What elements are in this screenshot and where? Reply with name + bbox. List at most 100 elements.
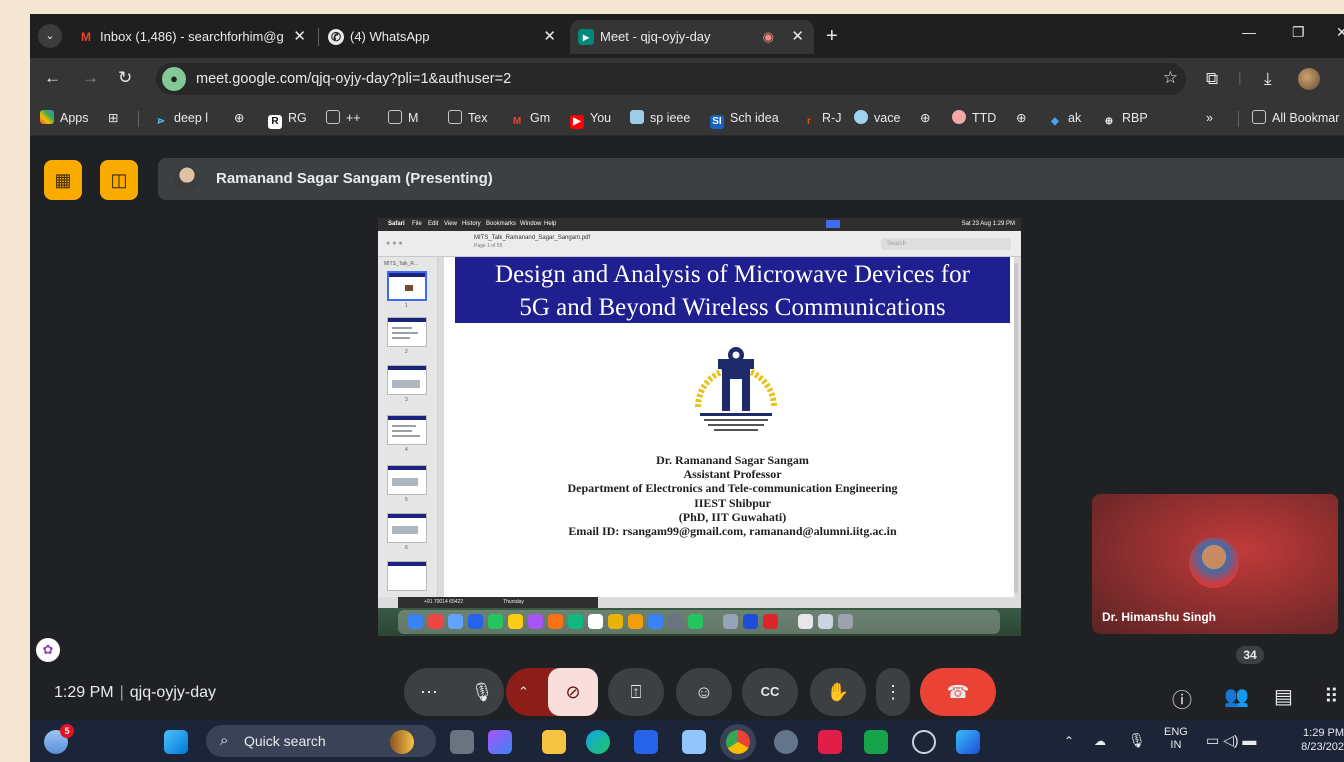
extensions-icon[interactable]: ⧉ xyxy=(1206,69,1218,89)
bookmark-tex[interactable]: Tex xyxy=(448,100,487,136)
globe-icon[interactable]: ⊕ xyxy=(234,100,244,136)
download-icon[interactable]: ⤓ xyxy=(1264,69,1272,89)
vertical-dots-icon: ⋮ xyxy=(884,682,902,702)
presenter-bar: Ramanand Sagar Sangam (Presenting) xyxy=(158,158,1344,200)
bookmark-youtube[interactable]: ▶ You xyxy=(570,100,611,136)
bookmarks-overflow[interactable]: » xyxy=(1206,100,1213,136)
all-bookmarks[interactable]: All Bookmar xyxy=(1252,100,1339,136)
raise-hand-button[interactable]: ✋ xyxy=(810,668,866,716)
bookmark-star-icon[interactable]: ☆ xyxy=(1163,68,1178,88)
camera-off-button[interactable]: ⊘ xyxy=(548,668,598,716)
bookmark-gm[interactable]: M Gm xyxy=(510,100,550,136)
close-icon[interactable]: ✕ xyxy=(543,20,556,54)
folder-icon xyxy=(1252,110,1266,124)
layout-icon[interactable]: ◫ xyxy=(100,160,138,200)
whatsapp-icon: ✆ xyxy=(328,29,344,45)
address-bar[interactable]: ● meet.google.com/qjq-oyjy-day?pli=1&aut… xyxy=(156,63,1186,95)
pdf-scrollbar xyxy=(1014,263,1018,593)
mac-menu-safari: Safari xyxy=(388,221,405,227)
bookmark-rg[interactable]: R RG xyxy=(268,100,307,136)
mac-menu-edit: Edit xyxy=(428,221,439,227)
excel-icon[interactable] xyxy=(864,730,888,754)
present-screen-button[interactable]: ⍐ xyxy=(608,668,664,716)
edge-icon[interactable] xyxy=(586,730,610,754)
author-email: Email ID: rsangam99@gmail.com, ramanand@… xyxy=(568,524,897,539)
minimize-icon[interactable]: — xyxy=(1242,24,1256,40)
chevron-up-icon[interactable]: ⌃ xyxy=(518,668,529,716)
pdf-page-count: Page 1 of 55 xyxy=(474,243,503,249)
meeting-details-icon[interactable]: ⓘ xyxy=(1172,684,1192,713)
bookmark-m[interactable]: M xyxy=(388,100,418,136)
language-indicator[interactable]: ENG IN xyxy=(1164,726,1188,752)
new-tab-button[interactable]: + xyxy=(826,25,838,48)
start-icon[interactable] xyxy=(164,730,188,754)
chatgpt-icon[interactable] xyxy=(912,730,936,754)
downloads-icon xyxy=(798,614,813,629)
network-volume-battery-icon[interactable]: ▭ ◁) ▬ xyxy=(1206,732,1256,749)
hide-presentation-icon[interactable]: ▦ xyxy=(44,160,82,200)
restore-icon[interactable]: ❐ xyxy=(1292,24,1305,41)
bookmark-rj[interactable]: r R-J xyxy=(802,100,841,136)
forward-icon[interactable]: → xyxy=(82,68,99,88)
more-actions-button[interactable]: ⋮ xyxy=(876,668,910,716)
widget-icon[interactable] xyxy=(390,730,414,754)
emoji-button[interactable]: ☺ xyxy=(676,668,732,716)
chrome-icon xyxy=(743,614,758,629)
microphone-tray-icon[interactable]: 🎙 xyxy=(1128,732,1146,749)
bookmark-ak[interactable]: ◆ ak xyxy=(1048,100,1081,136)
taskbar-clock[interactable]: 1:29 PM 8/23/202 xyxy=(1292,726,1344,754)
whatsapp-icon xyxy=(688,614,703,629)
bookmark-deepl[interactable]: ⋗ deep l xyxy=(154,100,208,136)
settings-icon[interactable] xyxy=(774,730,798,754)
gemini-icon[interactable]: ✿ xyxy=(36,638,60,662)
end-call-button[interactable]: ☎ xyxy=(920,668,996,716)
tab-gmail[interactable]: M Inbox (1,486) - searchforhim@g ✕ xyxy=(70,20,316,54)
store-icon[interactable] xyxy=(634,730,658,754)
tab-whatsapp[interactable]: ✆ (4) WhatsApp ✕ xyxy=(320,20,566,54)
tab-search-icon[interactable]: ⌄ xyxy=(38,24,62,48)
thumb-line xyxy=(405,285,413,291)
back-icon[interactable]: ← xyxy=(44,68,61,88)
snipping-icon[interactable] xyxy=(682,730,706,754)
onedrive-icon[interactable]: ☁ xyxy=(1094,734,1106,748)
profile-avatar[interactable] xyxy=(1298,68,1320,90)
thumb-band xyxy=(388,466,426,470)
chrome-icon[interactable] xyxy=(726,730,750,754)
close-window-icon[interactable]: ✕ xyxy=(1336,24,1344,41)
ak-icon: ◆ xyxy=(1051,116,1059,127)
bookmark-sch-idea[interactable]: SI Sch idea xyxy=(710,100,779,136)
bookmark-rbp[interactable]: ⊕ RBP xyxy=(1102,100,1148,136)
close-icon[interactable]: ✕ xyxy=(791,20,804,54)
launchpad-icon xyxy=(428,614,443,629)
chat-icon[interactable]: ▤ xyxy=(1274,684,1293,709)
slide-title-line1: Design and Analysis of Microwave Devices… xyxy=(495,261,970,288)
bookmark-vace[interactable]: vace xyxy=(854,100,900,136)
globe-icon[interactable]: ⊕ xyxy=(920,100,930,136)
music-icon xyxy=(548,614,563,629)
tab-meet[interactable]: ▸ Meet - qjq-oyjy-day ◉ ✕ xyxy=(570,20,814,54)
bookmark-apps[interactable]: Apps xyxy=(40,100,89,136)
microphone-icon[interactable]: 🎙 xyxy=(460,668,504,716)
bookmark-ttd[interactable]: TTD xyxy=(952,100,996,136)
globe-icon[interactable]: ⊕ xyxy=(1016,100,1026,136)
reload-icon[interactable]: ↻ xyxy=(118,68,132,88)
task-view-icon[interactable] xyxy=(450,730,474,754)
people-icon[interactable]: 👥 xyxy=(1224,684,1249,709)
activities-icon[interactable]: ⠿ xyxy=(1324,684,1339,709)
gmail-icon: M xyxy=(512,116,522,127)
close-icon[interactable]: ✕ xyxy=(293,20,306,54)
file-explorer-icon[interactable] xyxy=(542,730,566,754)
microphone-permission-icon[interactable]: ● xyxy=(162,67,186,91)
slide-title-line2: 5G and Beyond Wireless Communications xyxy=(519,294,946,321)
captions-button[interactable]: CC xyxy=(742,668,798,716)
bookmark-sp-ieee[interactable]: sp ieee xyxy=(630,100,690,136)
reader-icon[interactable] xyxy=(818,730,842,754)
tray-chevron-icon[interactable]: ⌃ xyxy=(1064,734,1074,748)
copilot-icon[interactable] xyxy=(488,730,512,754)
tab-groups-icon[interactable]: ⊞ xyxy=(108,100,118,136)
author-name: Dr. Ramanand Sagar Sangam xyxy=(656,453,809,467)
photos-icon[interactable] xyxy=(956,730,980,754)
bookmark-plusplus[interactable]: ++ xyxy=(326,100,361,136)
more-options-icon[interactable]: ⋯ xyxy=(420,682,438,702)
participant-tile[interactable]: Dr. Himanshu Singh xyxy=(1092,494,1338,634)
